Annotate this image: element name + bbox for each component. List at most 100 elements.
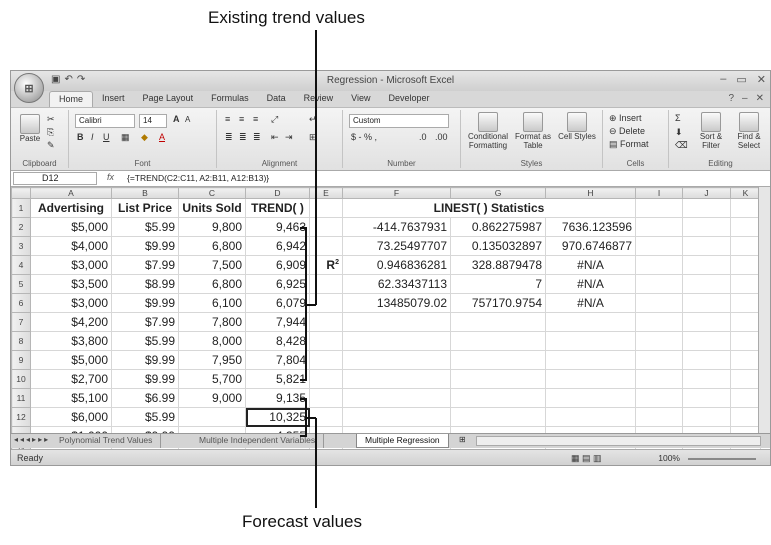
cell[interactable]: [730, 236, 761, 256]
cell-trend[interactable]: 7,944: [245, 312, 310, 332]
cell-list-price[interactable]: $9.99: [111, 293, 179, 313]
cell[interactable]: [682, 388, 731, 408]
tab-home[interactable]: Home: [49, 91, 94, 107]
vertical-scrollbar[interactable]: [758, 187, 770, 433]
italic-icon[interactable]: I: [91, 132, 94, 142]
font-color-icon[interactable]: A: [159, 132, 165, 142]
header-advertising[interactable]: Advertising: [30, 198, 112, 218]
align-bottom-icon[interactable]: ≡: [253, 114, 258, 124]
cell-units-sold[interactable]: 6,100: [178, 293, 246, 313]
cell-linest-h[interactable]: [545, 407, 636, 427]
cell[interactable]: [730, 274, 761, 294]
grow-font-icon[interactable]: A: [173, 114, 180, 124]
increase-indent-icon[interactable]: ⇥: [285, 132, 293, 143]
select-all-corner[interactable]: [11, 187, 31, 199]
autosum-icon[interactable]: Σ: [675, 113, 681, 123]
cell-trend[interactable]: 6,925: [245, 274, 310, 294]
tab-developer[interactable]: Developer: [379, 91, 438, 107]
cell-advertising[interactable]: $3,000: [30, 255, 112, 275]
format-as-table-button[interactable]: Format as Table: [513, 112, 553, 150]
cell[interactable]: [635, 350, 683, 370]
cell-list-price[interactable]: $8.99: [111, 274, 179, 294]
conditional-formatting-button[interactable]: Conditional Formatting: [465, 112, 511, 150]
row-header[interactable]: 10: [11, 369, 31, 389]
insert-cells-button[interactable]: ⊕ Insert: [609, 113, 642, 124]
cell[interactable]: [682, 350, 731, 370]
cell-linest-h[interactable]: 970.6746877: [545, 236, 636, 256]
cell-list-price[interactable]: $7.99: [111, 312, 179, 332]
cell-advertising[interactable]: $4,200: [30, 312, 112, 332]
sheet-tab-polynomial[interactable]: Polynomial Trend Values: [51, 434, 162, 448]
align-center-icon[interactable]: ≣: [239, 132, 247, 143]
minimize-icon[interactable]: –: [720, 73, 726, 86]
cell-linest-g[interactable]: [450, 350, 546, 370]
cell-advertising[interactable]: $3,500: [30, 274, 112, 294]
cell-linest-h[interactable]: [545, 369, 636, 389]
cell[interactable]: [730, 217, 761, 237]
row-header[interactable]: 8: [11, 331, 31, 351]
cell-linest-g[interactable]: 757170.9754: [450, 293, 546, 313]
clear-icon[interactable]: ⌫: [675, 140, 688, 151]
row-header[interactable]: 12: [11, 407, 31, 427]
bold-icon[interactable]: B: [77, 132, 84, 142]
cell-trend[interactable]: 6,909: [245, 255, 310, 275]
row-header[interactable]: 2: [11, 217, 31, 237]
formula-input[interactable]: {=TREND(C2:C11, A2:B11, A12:B13)}: [127, 173, 269, 183]
name-box[interactable]: D12: [13, 172, 97, 185]
cell[interactable]: [635, 312, 683, 332]
cell[interactable]: [682, 198, 731, 218]
column-header[interactable]: I: [635, 187, 683, 199]
sheet-nav-arrows-icon[interactable]: ◂◂◂▸▸▸: [14, 435, 50, 444]
cell-linest-h[interactable]: 7636.123596: [545, 217, 636, 237]
row-header[interactable]: 1: [11, 198, 31, 218]
cell[interactable]: [309, 312, 343, 332]
paste-button[interactable]: Paste: [17, 114, 43, 143]
cell[interactable]: [682, 369, 731, 389]
cell-trend[interactable]: 6,942: [245, 236, 310, 256]
cell[interactable]: [309, 350, 343, 370]
underline-icon[interactable]: U: [103, 132, 110, 142]
zoom-level[interactable]: 100%: [658, 453, 680, 463]
cell[interactable]: [730, 350, 761, 370]
cell[interactable]: [682, 274, 731, 294]
row-header[interactable]: 6: [11, 293, 31, 313]
border-icon[interactable]: ▦: [121, 132, 130, 143]
cell-list-price[interactable]: $9.99: [111, 369, 179, 389]
cell-linest-h[interactable]: [545, 350, 636, 370]
cell-linest-g[interactable]: 0.135032897: [450, 236, 546, 256]
copy-icon[interactable]: ⎘: [47, 127, 54, 138]
font-name-select[interactable]: Calibri: [75, 114, 135, 128]
cell-advertising[interactable]: $5,000: [30, 350, 112, 370]
tab-page-layout[interactable]: Page Layout: [134, 91, 203, 107]
cell[interactable]: [635, 274, 683, 294]
row-header[interactable]: 3: [11, 236, 31, 256]
cell-styles-button[interactable]: Cell Styles: [557, 112, 597, 141]
cell-units-sold[interactable]: 8,000: [178, 331, 246, 351]
office-logo-icon[interactable]: ⊞: [14, 73, 44, 103]
restore-icon[interactable]: ▭: [736, 73, 746, 86]
cell-trend[interactable]: 8,428: [245, 331, 310, 351]
view-buttons-icon[interactable]: ▦ ▤ ▥: [571, 453, 602, 464]
align-right-icon[interactable]: ≣: [253, 132, 261, 143]
tab-view[interactable]: View: [342, 91, 379, 107]
tab-review[interactable]: Review: [295, 91, 343, 107]
row-header[interactable]: 5: [11, 274, 31, 294]
cell[interactable]: [309, 293, 343, 313]
cell[interactable]: [682, 407, 731, 427]
cell-linest-h[interactable]: #N/A: [545, 293, 636, 313]
align-middle-icon[interactable]: ≡: [239, 114, 244, 124]
tab-insert[interactable]: Insert: [93, 91, 134, 107]
zoom-slider[interactable]: [688, 458, 756, 460]
cell[interactable]: [635, 293, 683, 313]
header-trend[interactable]: TREND( ): [245, 198, 310, 218]
cell-linest-g[interactable]: [450, 312, 546, 332]
cell-list-price[interactable]: $5.99: [111, 331, 179, 351]
cell-list-price[interactable]: $7.99: [111, 255, 179, 275]
linest-title[interactable]: LINEST( ) Statistics: [342, 198, 636, 218]
close-icon[interactable]: ✕: [757, 73, 766, 86]
decrease-indent-icon[interactable]: ⇤: [271, 132, 279, 143]
column-header[interactable]: B: [111, 187, 179, 199]
cell-advertising[interactable]: $5,100: [30, 388, 112, 408]
delete-cells-button[interactable]: ⊖ Delete: [609, 126, 645, 137]
help-icon[interactable]: ?: [728, 93, 734, 104]
